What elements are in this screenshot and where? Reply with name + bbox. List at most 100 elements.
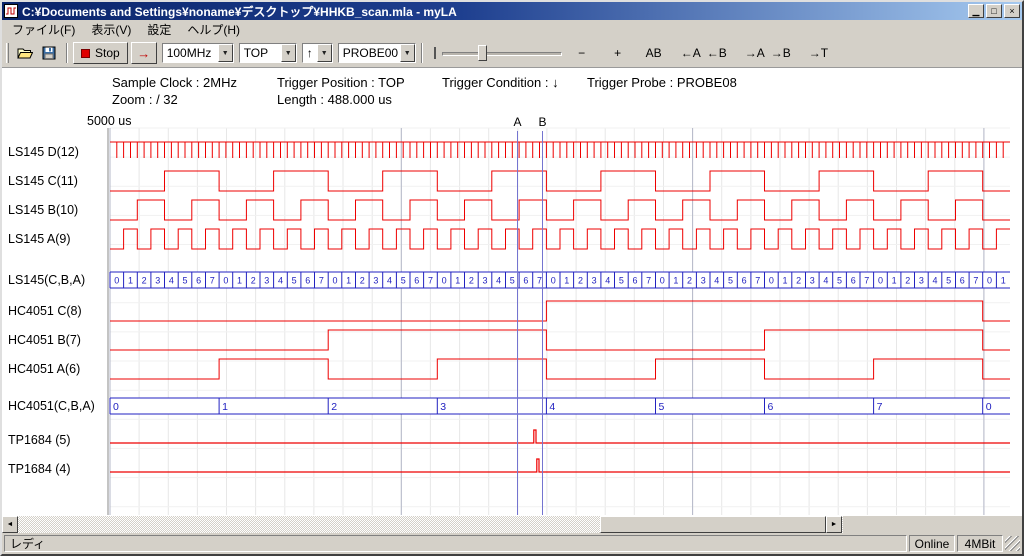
svg-text:4: 4 [549,401,555,413]
maximize-button[interactable]: □ [986,4,1002,18]
waveform-ls145-bus: 0123456701234567012345670123456701234567… [110,272,1010,288]
svg-text:2: 2 [905,276,910,286]
svg-text:0: 0 [769,276,774,286]
chevron-down-icon[interactable]: ▼ [317,44,332,62]
cursor-a[interactable]: A [513,115,521,515]
trigger-position-select[interactable]: TOP▼ [239,43,297,63]
zoom-text: Zoom : / 32 [112,92,178,107]
svg-text:4: 4 [823,276,828,286]
sample-rate-select[interactable]: 100MHz▼ [162,43,234,63]
horizontal-scrollbar-row: ◄ ► [2,516,1022,533]
save-button[interactable] [37,42,61,64]
svg-text:0: 0 [660,276,665,286]
timebase-label: 5000 us [87,114,131,128]
svg-text:3: 3 [919,276,924,286]
waveform-hc4051-a [110,359,1010,379]
svg-text:2: 2 [360,276,365,286]
cursor-b-right-button[interactable]: →B [768,43,794,63]
toolbar-separator [66,43,68,63]
svg-text:0: 0 [442,276,447,286]
menu-item-settings[interactable]: 設定 [139,19,179,40]
svg-text:1: 1 [892,276,897,286]
main-area: 0123456701234567012345670123456701234567… [2,68,1022,516]
channel-label-ls145-bus: LS145(C,B,A) [8,272,85,288]
app-window: C:¥Documents and Settings¥noname¥デスクトップ¥… [0,0,1024,556]
resize-grip[interactable] [1005,536,1020,551]
svg-text:7: 7 [428,276,433,286]
cursor-a-right-button[interactable]: →A [742,43,768,63]
svg-text:3: 3 [264,276,269,286]
run-button[interactable]: → [131,42,157,64]
svg-text:A: A [513,115,521,129]
app-icon [4,4,18,18]
horizontal-scrollbar[interactable]: ◄ ► [2,516,843,533]
trigger-condition-text: Trigger Condition : ↓ [442,75,559,90]
scroll-right-button[interactable]: ► [826,516,842,533]
svg-text:3: 3 [701,276,706,286]
svg-text:2: 2 [142,276,147,286]
close-button[interactable]: × [1004,4,1020,18]
svg-text:5: 5 [619,276,624,286]
sample-clock-text: Sample Clock : 2MHz [112,75,237,90]
cursor-a-left-button[interactable]: ←A [678,43,704,63]
svg-text:7: 7 [755,276,760,286]
chevron-down-icon[interactable]: ▼ [218,44,233,62]
svg-text:1: 1 [237,276,242,286]
svg-text:5: 5 [946,276,951,286]
waveform-canvas: 0123456701234567012345670123456701234567… [2,68,1022,516]
channel-label-hc4051-c: HC4051 C(8) [8,303,82,319]
menu-item-file[interactable]: ファイル(F) [4,19,83,40]
svg-text:5: 5 [292,276,297,286]
svg-text:6: 6 [851,276,856,286]
slider-track[interactable] [442,52,562,56]
stop-icon [81,49,90,58]
svg-text:4: 4 [278,276,283,286]
minimize-button[interactable]: ▁ [968,4,984,18]
memory-status-badge: 4MBit [957,535,1003,552]
scrollbar-thumb[interactable] [600,516,826,533]
svg-text:3: 3 [592,276,597,286]
trigger-edge-select[interactable]: ↑▼ [302,43,333,63]
svg-text:0: 0 [223,276,228,286]
zoom-in-button[interactable]: + [606,43,630,63]
svg-text:5: 5 [837,276,842,286]
svg-text:4: 4 [932,276,937,286]
svg-text:2: 2 [796,276,801,286]
svg-text:0: 0 [878,276,883,286]
svg-text:3: 3 [482,276,487,286]
scroll-left-button[interactable]: ◄ [2,516,18,533]
svg-text:5: 5 [510,276,515,286]
chevron-down-icon[interactable]: ▼ [281,44,296,62]
waveform-ls145-b [110,200,1010,220]
open-button[interactable] [13,42,37,64]
online-status-badge: Online [909,535,955,552]
stop-button[interactable]: Stop [73,42,128,64]
zoom-out-button[interactable]: − [570,43,594,63]
svg-text:7: 7 [973,276,978,286]
chevron-down-icon[interactable]: ▼ [400,44,415,62]
channel-label-tp1684-5: TP1684 (5) [8,432,71,448]
trigger-probe-select[interactable]: PROBE00▼ [338,43,416,63]
menubar: ファイル(F)表示(V)設定ヘルプ(H) [2,20,1022,39]
toolbar-separator [421,43,423,63]
svg-text:B: B [538,115,546,129]
svg-text:3: 3 [440,401,446,413]
slider-thumb[interactable] [478,45,487,61]
menu-item-help[interactable]: ヘルプ(H) [179,19,248,40]
svg-text:0: 0 [986,401,992,413]
svg-text:6: 6 [196,276,201,286]
ab-button[interactable]: AB [642,43,666,63]
slider-end-tick [434,47,436,59]
menu-item-view[interactable]: 表示(V) [83,19,139,40]
zoom-slider[interactable] [442,42,562,64]
svg-text:7: 7 [646,276,651,286]
open-folder-icon [17,45,33,61]
cursor-b-left-button[interactable]: ←B [704,43,730,63]
svg-text:4: 4 [387,276,392,286]
svg-text:0: 0 [113,401,119,413]
goto-trigger-button[interactable]: →T [806,43,831,63]
trigger-position-value: TOP [240,46,281,60]
waveform-ls145-a [110,229,1010,249]
svg-text:3: 3 [155,276,160,286]
cursor-b[interactable]: B [538,115,546,515]
